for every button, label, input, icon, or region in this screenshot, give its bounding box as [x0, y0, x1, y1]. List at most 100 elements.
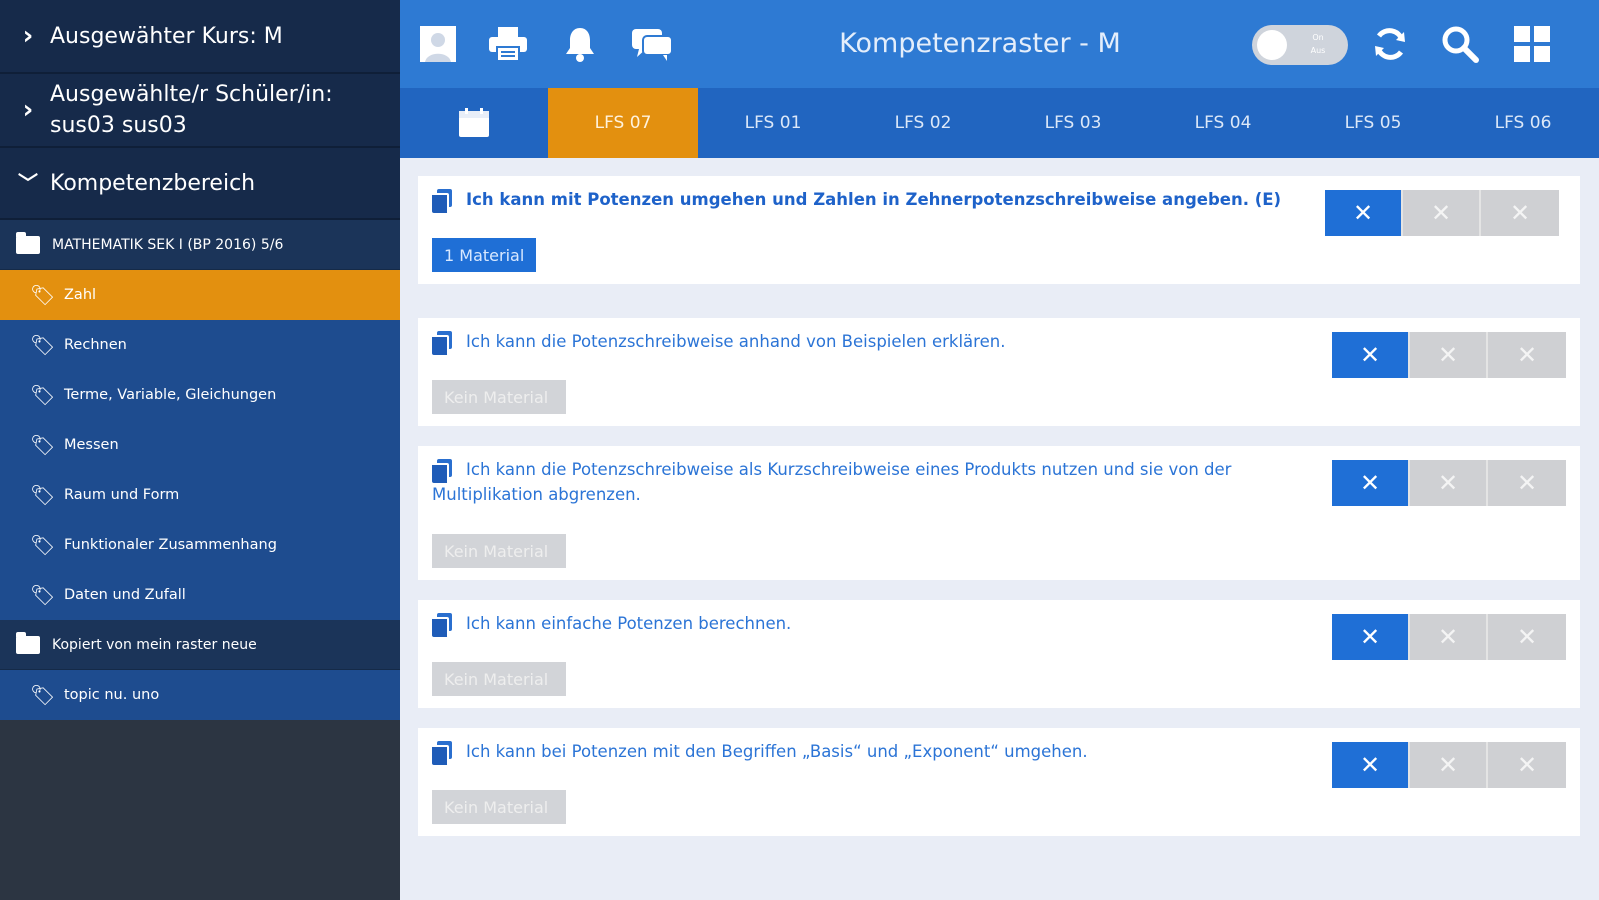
selected-course-header[interactable]: › Ausgewähter Kurs: M — [0, 0, 400, 74]
folder-icon — [16, 631, 40, 654]
rating-student-button[interactable]: ✕ — [1410, 614, 1488, 660]
grid-icon[interactable] — [1510, 22, 1554, 66]
tab-lfs-01[interactable]: LFS 01 — [698, 88, 848, 158]
rating-extra-button[interactable]: ✕ — [1481, 190, 1559, 236]
refresh-icon[interactable] — [1368, 22, 1412, 66]
tag-icon: 🏷 — [30, 683, 56, 707]
rating-teacher-button[interactable]: ✕ — [1332, 614, 1410, 660]
competence-area-header[interactable]: ﹀ Kompetenzbereich — [0, 148, 400, 220]
chat-icon[interactable] — [630, 22, 674, 66]
topic-label: Zahl — [64, 287, 97, 303]
rating-buttons: ✕ ✕ ✕ — [1325, 190, 1559, 236]
bell-icon[interactable] — [558, 22, 602, 66]
competence-card: Ich kann die Potenzschreibweise als Kurz… — [418, 446, 1580, 580]
tab-lfs-05[interactable]: LFS 05 — [1298, 88, 1448, 158]
rating-extra-button[interactable]: ✕ — [1488, 742, 1566, 788]
material-button[interactable]: 1 Material — [432, 238, 537, 272]
competence-text: Ich kann bei Potenzen mit den Begriffen … — [432, 739, 1312, 764]
competence-text: Ich kann die Potenzschreibweise anhand v… — [432, 329, 1312, 354]
tab-calendar[interactable] — [400, 88, 548, 158]
competence-card: Ich kann die Potenzschreibweise anhand v… — [418, 318, 1580, 426]
rating-student-button[interactable]: ✕ — [1410, 332, 1488, 378]
sidebar-topic-uno[interactable]: 🏷 topic nu. uno — [0, 670, 400, 720]
tab-lfs-06[interactable]: LFS 06 — [1448, 88, 1598, 158]
rating-teacher-button[interactable]: ✕ — [1332, 460, 1410, 506]
sidebar-topic-raum[interactable]: 🏷 Raum und Form — [0, 470, 400, 520]
competence-card: Ich kann mit Potenzen umgehen und Zahlen… — [418, 176, 1580, 284]
user-icon[interactable] — [416, 22, 460, 66]
topic-label: topic nu. uno — [64, 687, 160, 703]
toggle-label: On Aus — [1298, 31, 1338, 57]
sidebar-topic-messen[interactable]: 🏷 Messen — [0, 420, 400, 470]
competence-text: Ich kann die Potenzschreibweise als Kurz… — [432, 457, 1312, 507]
top-toolbar: Kompetenzraster - M On Aus — [400, 0, 1599, 88]
competence-text-content: Ich kann die Potenzschreibweise anhand v… — [466, 332, 1006, 351]
tag-icon: 🏷 — [30, 283, 56, 307]
selected-student-header[interactable]: › Ausgewählte/r Schüler/in: sus03 sus03 — [0, 74, 400, 148]
chevron-right-icon: › — [22, 95, 34, 125]
tag-icon: 🏷 — [30, 333, 56, 357]
material-button[interactable]: Kein Material — [432, 380, 566, 414]
tag-icon: 🏷 — [30, 583, 56, 607]
rating-student-button[interactable]: ✕ — [1410, 460, 1488, 506]
sidebar-topic-funktional[interactable]: 🏷 Funktionaler Zusammenhang — [0, 520, 400, 570]
folder-icon — [16, 231, 40, 254]
competence-card: Ich kann bei Potenzen mit den Begriffen … — [418, 728, 1580, 836]
competence-text-content: Ich kann mit Potenzen umgehen und Zahlen… — [466, 190, 1282, 209]
sidebar-topic-daten[interactable]: 🏷 Daten und Zufall — [0, 570, 400, 620]
competence-text: Ich kann mit Potenzen umgehen und Zahlen… — [432, 187, 1312, 212]
tag-icon: 🏷 — [30, 433, 56, 457]
rating-extra-button[interactable]: ✕ — [1488, 332, 1566, 378]
rating-buttons: ✕ ✕ ✕ — [1332, 332, 1566, 378]
topic-label: Terme, Variable, Gleichungen — [64, 387, 277, 403]
chevron-right-icon: › — [22, 21, 34, 51]
tab-lfs-03[interactable]: LFS 03 — [998, 88, 1148, 158]
rating-extra-button[interactable]: ✕ — [1488, 460, 1566, 506]
competence-text-line2: Multiplikation abgrenzen. — [432, 485, 641, 504]
sidebar-topic-zahl[interactable]: 🏷 Zahl — [0, 270, 400, 320]
material-button[interactable]: Kein Material — [432, 534, 566, 568]
lfs-tab-bar: LFS 07 LFS 01 LFS 02 LFS 03 LFS 04 LFS 0… — [400, 88, 1599, 158]
chevron-down-icon: ﹀ — [18, 171, 38, 195]
selected-student-label: Ausgewählte/r Schüler/in: sus03 sus03 — [50, 79, 333, 141]
tag-icon: 🏷 — [30, 533, 56, 557]
competence-area-label: Kompetenzbereich — [50, 170, 256, 196]
rating-buttons: ✕ ✕ ✕ — [1332, 742, 1566, 788]
student-label-line2: sus03 sus03 — [50, 113, 187, 138]
toggle-knob — [1257, 30, 1287, 60]
subject-folder-math[interactable]: MATHEMATIK SEK I (BP 2016) 5/6 — [0, 220, 400, 270]
rating-teacher-button[interactable]: ✕ — [1332, 332, 1410, 378]
rating-student-button[interactable]: ✕ — [1410, 742, 1488, 788]
subject-folder-copied[interactable]: Kopiert von mein raster neue — [0, 620, 400, 670]
competence-list: Ich kann mit Potenzen umgehen und Zahlen… — [400, 158, 1599, 900]
rating-extra-button[interactable]: ✕ — [1488, 614, 1566, 660]
rating-teacher-button[interactable]: ✕ — [1325, 190, 1403, 236]
search-icon[interactable] — [1438, 22, 1482, 66]
toggle-label-off: Aus — [1310, 46, 1326, 55]
rating-student-button[interactable]: ✕ — [1403, 190, 1481, 236]
sidebar-topic-terme[interactable]: 🏷 Terme, Variable, Gleichungen — [0, 370, 400, 420]
topic-label: Raum und Form — [64, 487, 180, 503]
tab-lfs-04[interactable]: LFS 04 — [1148, 88, 1298, 158]
sidebar-topic-rechnen[interactable]: 🏷 Rechnen — [0, 320, 400, 370]
competence-card: Ich kann einfache Potenzen berechnen. Ke… — [418, 600, 1580, 708]
material-button[interactable]: Kein Material — [432, 662, 566, 696]
topic-label: Messen — [64, 437, 119, 453]
competence-text-line1: Ich kann die Potenzschreibweise als Kurz… — [466, 460, 1232, 479]
topic-label: Rechnen — [64, 337, 127, 353]
topic-label: Funktionaler Zusammenhang — [64, 537, 277, 553]
rating-teacher-button[interactable]: ✕ — [1332, 742, 1410, 788]
student-label-line1: Ausgewählte/r Schüler/in: — [50, 82, 333, 107]
tab-lfs-07[interactable]: LFS 07 — [548, 88, 698, 158]
rating-buttons: ✕ ✕ ✕ — [1332, 614, 1566, 660]
view-toggle[interactable]: On Aus — [1252, 25, 1348, 65]
tag-icon: 🏷 — [30, 483, 56, 507]
page-title: Kompetenzraster - M — [839, 28, 1121, 59]
material-button[interactable]: Kein Material — [432, 790, 566, 824]
competence-text: Ich kann einfache Potenzen berechnen. — [432, 611, 1312, 636]
toggle-label-on: On — [1312, 33, 1324, 42]
topic-label: Daten und Zufall — [64, 587, 186, 603]
competence-text-content: Ich kann einfache Potenzen berechnen. — [466, 614, 792, 633]
tab-lfs-02[interactable]: LFS 02 — [848, 88, 998, 158]
print-icon[interactable] — [486, 22, 530, 66]
